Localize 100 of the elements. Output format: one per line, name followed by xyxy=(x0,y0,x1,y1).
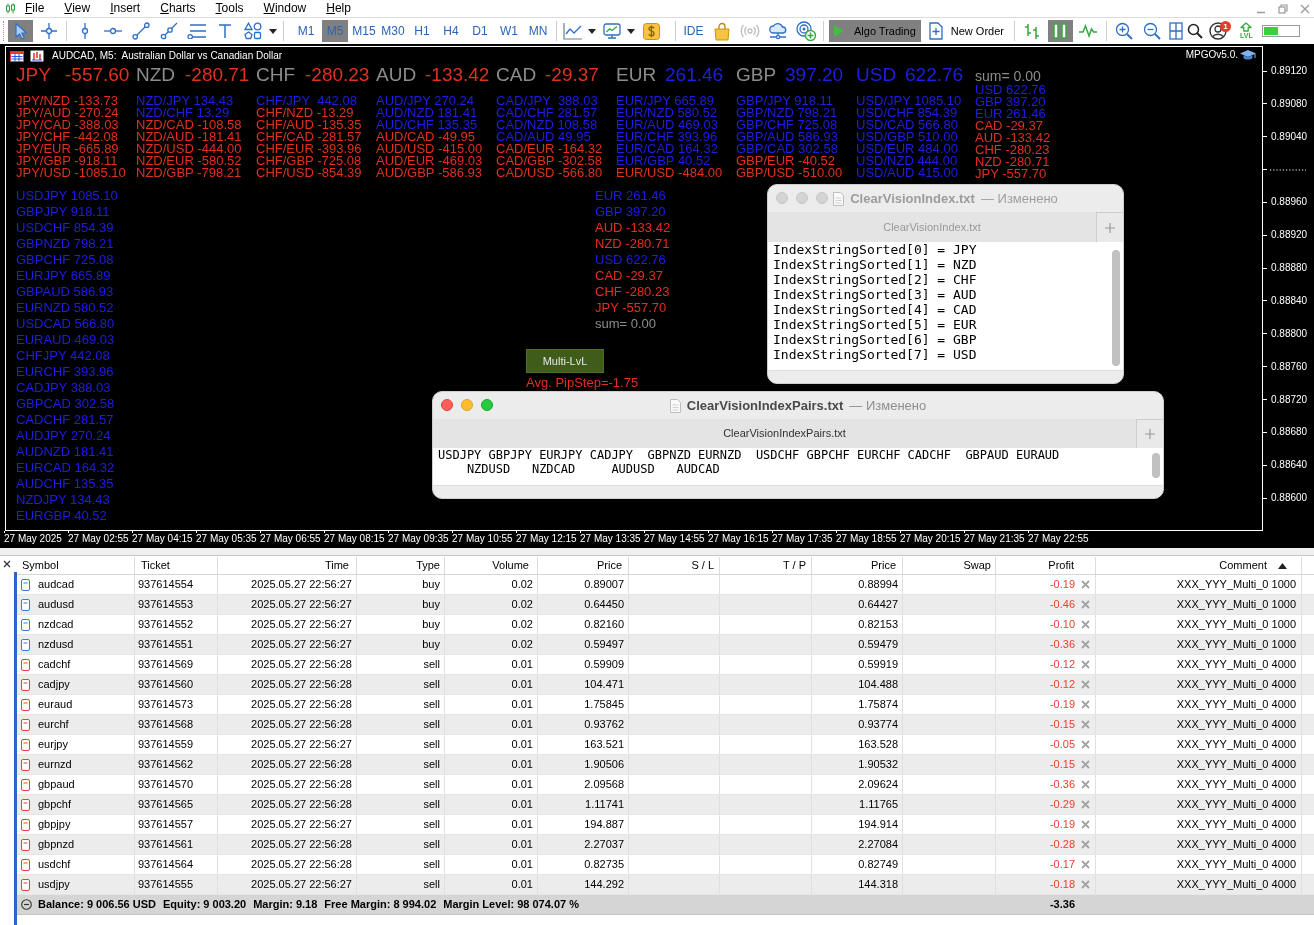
price-label: 0.88920 xyxy=(1271,229,1308,242)
scrollbar-thumb[interactable] xyxy=(1112,250,1120,366)
time-label: 27 May 17:35 xyxy=(772,533,833,545)
table-cell: buy xyxy=(357,615,445,634)
table-row[interactable]: gbpchf 937614565 2025.05.27 22:56:28 sell 0.01 1.11741 1.11765 -0.29 XXX_YYY_Multi_0 4000 xyxy=(17,795,1314,815)
account-button[interactable]: 1 xyxy=(1205,20,1231,42)
table-row[interactable]: usdjpy 937614555 2025.05.27 22:56:27 sell 0.01 144.292 144.318 -0.18 XXX_YYY_Multi_0 4000 xyxy=(17,875,1314,895)
close-button[interactable] xyxy=(441,399,453,411)
column-header[interactable]: Price xyxy=(538,557,629,574)
scrollbar-thumb[interactable] xyxy=(1152,453,1160,478)
column-header[interactable]: S / L xyxy=(629,557,720,574)
menu-item[interactable]: Charts xyxy=(160,1,196,16)
table-row[interactable]: gbpaud 937614570 2025.05.27 22:56:28 sell 0.01 2.09568 2.09624 -0.36 XXX_YYY_Multi_0 4000 xyxy=(17,775,1314,795)
table-row[interactable]: nzdcad 937614552 2025.05.27 22:56:27 buy 0.02 0.82160 0.82153 -0.10 XXX_YYY_Multi_0 1000 xyxy=(17,615,1314,635)
column-header[interactable]: Type xyxy=(357,557,445,574)
table-row[interactable]: cadjpy 937614560 2025.05.27 22:56:28 sell 0.01 104.471 104.488 -0.12 XXX_YYY_Multi_0 4000 xyxy=(17,675,1314,695)
table-cell: 937614565 xyxy=(135,795,218,814)
table-row[interactable]: euraud 937614573 2025.05.27 22:56:28 sell 0.01 1.75845 1.75874 -0.19 XXX_YYY_Multi_0 4000 xyxy=(17,695,1314,715)
table-row[interactable]: nzdusd 937614551 2025.05.27 22:56:27 buy 0.02 0.59497 0.59479 -0.36 XXX_YYY_Multi_0 1000 xyxy=(17,635,1314,655)
table-row[interactable]: audcad 937614554 2025.05.27 22:56:27 buy 0.02 0.89007 0.88994 -0.19 XXX_YYY_Multi_0 1000 xyxy=(17,575,1314,595)
time-label: 27 May 04:15 xyxy=(132,533,193,545)
timeframe-button[interactable]: M30 xyxy=(380,20,406,42)
table-row[interactable]: gbpjpy 937614557 2025.05.27 22:56:27 sell 0.01 194.887 194.914 -0.19 XXX_YYY_Multi_0 4000 xyxy=(17,815,1314,835)
restore-icon[interactable] xyxy=(1278,3,1288,14)
algo-trading-button[interactable]: Algo Trading xyxy=(829,20,921,42)
table-cell: 0.59497 xyxy=(538,635,629,654)
up-arrow-icon[interactable] xyxy=(1240,22,1253,32)
minimize-button[interactable] xyxy=(461,399,473,411)
menu-item[interactable]: Insert xyxy=(110,1,141,16)
table-row[interactable]: eurjpy 937614559 2025.05.27 22:56:27 sell 0.01 163.521 163.528 -0.05 XXX_YYY_Multi_0 4000 xyxy=(17,735,1314,755)
pause-icon[interactable] xyxy=(1053,23,1068,39)
menu-item[interactable]: File xyxy=(25,1,45,16)
timeframe-button[interactable]: MN xyxy=(525,20,551,42)
text-editor-field[interactable]: USDJPY GBPJPY EURJPY CADJPY GBPNZD EURNZD USDCHF GBPCHF EURCHF CADCHF GBPAUD EURAUD NZDUSD NZDCAD AUDUSD AUDCAD xyxy=(433,448,1163,486)
text-tool-icon[interactable] xyxy=(217,23,232,39)
pair-ranking-text: EURJPY 665.89 xyxy=(16,268,111,284)
table-cell: XXX_YYY_Multi_0 4000 xyxy=(1096,695,1302,714)
timeframe-button[interactable]: M15 xyxy=(351,20,377,42)
column-header[interactable]: T / P xyxy=(720,557,812,574)
table-cell: XXX_YYY_Multi_0 1000 xyxy=(1096,575,1302,594)
plus-icon[interactable] xyxy=(1144,428,1156,440)
column-header[interactable]: Ticket xyxy=(135,557,218,574)
pause-button[interactable] xyxy=(1047,20,1073,42)
menu-item[interactable]: Help xyxy=(326,1,351,16)
timeframe-button[interactable]: W1 xyxy=(496,20,522,42)
column-header[interactable]: Swap xyxy=(903,557,996,574)
column-header[interactable]: Time xyxy=(218,557,357,574)
column-header[interactable]: Comment xyxy=(1096,557,1302,574)
sort-up-icon[interactable] xyxy=(1278,562,1287,569)
timeframe-button[interactable]: H4 xyxy=(438,20,464,42)
caret-icon[interactable] xyxy=(627,28,635,34)
pair-strength-text: EUR/JPY 665.89 xyxy=(616,95,715,107)
caret-icon[interactable] xyxy=(269,28,277,34)
vertical-line-icon[interactable] xyxy=(79,22,90,40)
cursor-button[interactable] xyxy=(8,20,33,42)
sorted-currency-text: JPY -557.70 xyxy=(975,168,1047,180)
caret-icon[interactable] xyxy=(588,28,596,34)
document-plus-icon[interactable] xyxy=(928,22,943,40)
table-cell: 2.09568 xyxy=(538,775,629,794)
table-row[interactable]: gbpnzd 937614561 2025.05.27 22:56:28 sell 0.01 2.27037 2.27084 -0.28 XXX_YYY_Multi_0 4000 xyxy=(17,835,1314,855)
menu-item[interactable]: Tools xyxy=(215,1,244,16)
cursor-icon[interactable] xyxy=(13,22,28,40)
ide-button[interactable]: IDE xyxy=(681,20,706,42)
horizontal-line-icon[interactable] xyxy=(102,26,123,36)
collapse-icon[interactable] xyxy=(21,899,32,910)
sorted-currency-text: EUR 261.46 xyxy=(975,108,1046,120)
menu-item[interactable]: Window xyxy=(263,1,307,16)
multi-level-button[interactable]: Multi-LvL xyxy=(526,349,604,373)
table-row[interactable]: eurchf 937614568 2025.05.27 22:56:28 sell 0.01 0.93762 0.93774 -0.15 XXX_YYY_Multi_0 4000 xyxy=(17,715,1314,735)
plus-icon[interactable] xyxy=(1104,221,1116,234)
zoom-button[interactable] xyxy=(481,399,493,411)
new-order-button[interactable]: New Order xyxy=(923,20,1009,42)
table-row[interactable]: audusd 937614553 2025.05.27 22:56:27 buy 0.02 0.64450 0.64427 -0.46 XXX_YYY_Multi_0 1000 xyxy=(17,595,1314,615)
table-cell-text: usdchf xyxy=(38,857,71,873)
table-row[interactable]: usdchf 937614564 2025.05.27 22:56:28 sell 0.01 0.82735 0.82749 -0.17 XXX_YYY_Multi_0 4000 xyxy=(17,855,1314,875)
table-row[interactable]: cadchf 937614569 2025.05.27 22:56:28 sell 0.01 0.59909 0.59919 -0.12 XXX_YYY_Multi_0 4000 xyxy=(17,655,1314,675)
table-grid-icon xyxy=(10,50,24,62)
close-icon[interactable] xyxy=(3,560,11,568)
window-status: — Изменено xyxy=(980,189,1058,208)
currency-label: JPY xyxy=(16,64,51,86)
column-header[interactable]: Volume xyxy=(445,557,538,574)
column-header[interactable]: Profit xyxy=(996,557,1096,574)
table-cell-text: -0.12 xyxy=(1049,657,1075,673)
table-cell: 0.64450 xyxy=(538,595,629,614)
timeframe-button[interactable]: D1 xyxy=(467,20,493,42)
table-row[interactable]: eurnzd 937614562 2025.05.27 22:56:28 sell 0.01 1.90506 1.90532 -0.15 XXX_YYY_Multi_0 4000 xyxy=(17,755,1314,775)
menu-item[interactable]: View xyxy=(64,1,91,16)
timeframe-button[interactable]: H1 xyxy=(409,20,435,42)
table-cell: 1.75845 xyxy=(538,695,629,714)
timeframe-button[interactable]: M1 xyxy=(293,20,319,42)
time-label: 27 May 20:15 xyxy=(900,533,961,545)
column-header[interactable]: Price xyxy=(812,557,903,574)
pair-strength-text: AUD/GBP -586.93 xyxy=(376,167,482,179)
text-editor-field[interactable] xyxy=(768,242,1123,371)
table-cell: 2025.05.27 22:56:28 xyxy=(218,655,357,674)
table-cell-text: -0.46 xyxy=(1049,597,1075,613)
pair-ranking-text: EURAUD 469.03 xyxy=(16,332,115,348)
column-header[interactable]: Symbol xyxy=(17,557,135,574)
table-cell: 0.01 xyxy=(445,815,538,834)
tab[interactable]: ClearVisionIndexPairs.txt xyxy=(723,425,846,442)
